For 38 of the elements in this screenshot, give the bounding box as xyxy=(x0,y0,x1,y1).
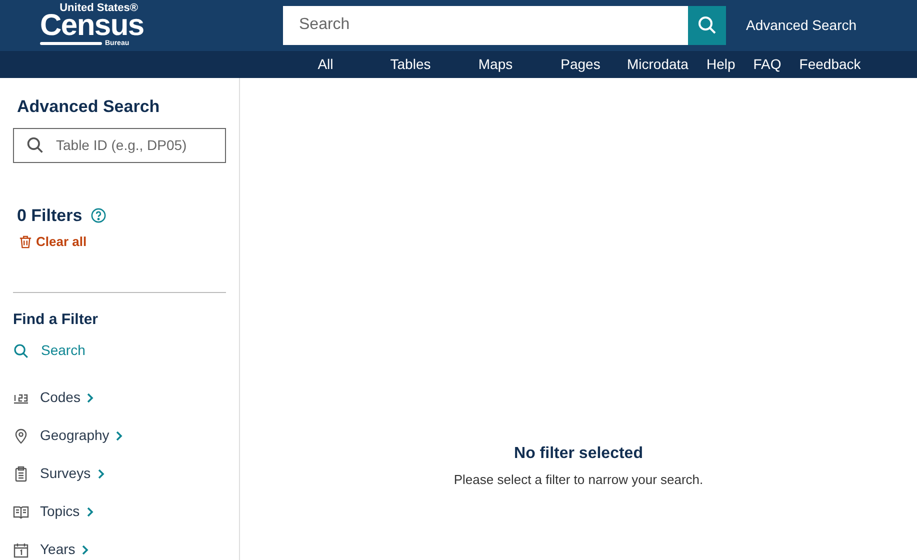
nav-link[interactable]: FAQ xyxy=(753,54,782,75)
filter-search-button[interactable]: Search xyxy=(13,340,86,361)
find-filter-title: Find a Filter xyxy=(13,310,100,330)
sidebar-title: Advanced Search xyxy=(17,96,161,118)
search-field[interactable]: Search xyxy=(283,6,688,45)
filter-category-link[interactable]: Topics xyxy=(40,501,94,522)
clipboard-icon xyxy=(13,466,29,482)
chevron-right-icon xyxy=(96,468,105,478)
nav-link[interactable]: Maps xyxy=(453,54,538,75)
nav-link[interactable]: All xyxy=(283,54,368,75)
book-icon xyxy=(13,504,29,520)
help-icon[interactable] xyxy=(91,208,106,223)
chevron-right-icon xyxy=(86,506,94,516)
calendar-icon xyxy=(13,542,29,558)
nav-link[interactable]: Tables xyxy=(368,54,453,75)
nav-link[interactable]: Feedback xyxy=(799,54,861,75)
nav-link[interactable]: Microdata xyxy=(627,54,688,75)
empty-state-message: Please select a filter to narrow your search. xyxy=(454,471,704,489)
nav-link[interactable]: Help xyxy=(706,54,736,75)
filter-category-link[interactable]: Geography xyxy=(40,425,124,446)
filter-category-link[interactable]: Codes xyxy=(40,387,94,408)
trash-icon xyxy=(19,234,32,249)
filter-category-link[interactable]: Surveys xyxy=(40,463,105,484)
chevron-right-icon xyxy=(81,544,90,554)
filter-category-link[interactable]: Years xyxy=(40,539,90,560)
search-icon xyxy=(26,136,44,154)
search-button[interactable] xyxy=(688,6,726,45)
search-icon xyxy=(697,15,717,36)
map-pin-icon xyxy=(13,428,29,444)
search-icon xyxy=(13,342,29,358)
chevron-right-icon xyxy=(86,392,94,402)
nav-link[interactable]: Pages xyxy=(538,54,623,75)
chevron-right-icon xyxy=(115,430,124,440)
table-id-field[interactable]: Table ID (e.g., DP05) xyxy=(13,128,226,162)
filters-count: 0 Filters xyxy=(17,204,82,226)
clear-all-button[interactable]: Clear all xyxy=(19,232,87,252)
empty-state-title: No filter selected xyxy=(514,444,643,464)
advanced-search-link[interactable]: Advanced Search xyxy=(746,14,857,36)
